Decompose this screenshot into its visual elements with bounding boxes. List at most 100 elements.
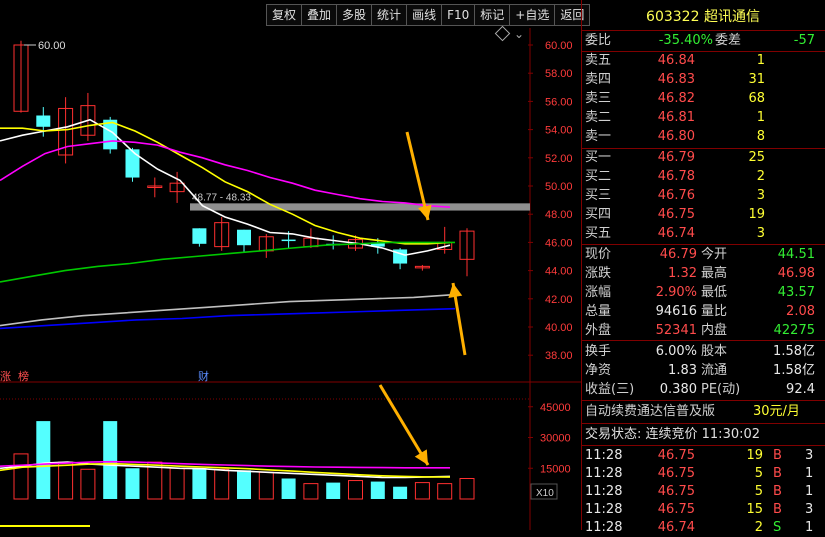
stat-value: 94616 <box>655 304 697 319</box>
sell-volume: 1 <box>756 53 765 68</box>
f10-button[interactable]: F10 <box>441 4 476 26</box>
tick-price: 46.75 <box>657 502 695 517</box>
volume-bar <box>80 468 96 500</box>
sell-price: 46.82 <box>657 91 695 106</box>
buy-volume: 2 <box>756 169 765 184</box>
ma5-line <box>0 118 451 256</box>
buy-row: 买三 46.76 3 <box>581 187 825 205</box>
stat-label: 现价 <box>585 247 612 262</box>
draw-line-button[interactable]: 画线 <box>406 4 443 26</box>
tick-price: 46.75 <box>657 466 695 481</box>
volume-bar <box>192 468 207 499</box>
stat-label: 涨跌 <box>585 266 612 281</box>
buy-row: 买一 46.79 25 <box>581 149 825 167</box>
multi-stock-button[interactable]: 多股 <box>336 4 373 26</box>
candle-body <box>125 149 140 178</box>
stat2-label: 收益(三) <box>585 382 635 397</box>
stat-label: 涨幅 <box>585 285 612 300</box>
buy-volume: 3 <box>756 188 765 203</box>
stat-label: 最高 <box>701 266 728 281</box>
volume-bar <box>103 421 118 499</box>
tick-count: 3 <box>805 502 814 517</box>
sell-volume: 31 <box>748 72 765 87</box>
stat2-label: 净资 <box>585 363 612 378</box>
tick-time: 11:28 <box>585 466 623 481</box>
stat-value: 42275 <box>773 323 815 338</box>
high-label: 60.00 <box>38 40 66 52</box>
volume-bar <box>326 482 341 499</box>
stat-row: 外盘 52341 内盘 42275 <box>581 322 825 340</box>
stat2-row: 换手 6.00% 股本 1.58亿 <box>581 343 825 361</box>
stat-value: 46.79 <box>659 247 697 262</box>
candle-body <box>192 228 207 244</box>
stat-value: 1.32 <box>668 266 697 281</box>
volume-bar <box>393 486 408 499</box>
buy-label: 买二 <box>585 169 612 184</box>
overlay-button[interactable]: 叠加 <box>301 4 338 26</box>
stat2-row: 净资 1.83 流通 1.58亿 <box>581 362 825 380</box>
stat2-value: 1.83 <box>668 363 697 378</box>
tick-time: 11:28 <box>585 502 623 517</box>
sell-price: 46.81 <box>657 110 695 125</box>
sell-row: 卖四 46.83 31 <box>581 71 825 89</box>
tick-side: S <box>773 520 782 535</box>
chart-toolbar: 复权 叠加 多股 统计 画线 F10 标记 +自选 返回 <box>266 4 591 26</box>
stat-row: 涨跌 1.32 最高 46.98 <box>581 265 825 283</box>
ad-text: 自动续费通达信普及版 <box>585 404 716 419</box>
tick-side: B <box>773 484 782 499</box>
volume-bar <box>348 480 363 500</box>
price-tick-label: 58.00 <box>545 68 573 80</box>
price-tick-label: 40.00 <box>545 322 573 334</box>
volume-bar <box>303 483 319 500</box>
price-tick-label: 60.00 <box>545 40 573 52</box>
tick-side: B <box>773 448 782 463</box>
price-tick-label: 42.00 <box>545 294 573 306</box>
buy-row: 买二 46.78 2 <box>581 168 825 186</box>
volume-bar <box>214 468 230 500</box>
volume-bar <box>459 478 475 500</box>
tick-row: 11:28 46.75 5 B 1 <box>581 483 825 501</box>
stat-label: 总量 <box>585 304 612 319</box>
ad-price: 30元/月 <box>753 404 800 419</box>
tick-time: 11:28 <box>585 484 623 499</box>
stat-label: 外盘 <box>585 323 612 338</box>
chevron-down-icon[interactable]: ⌄ <box>514 28 524 40</box>
restore-right-button[interactable]: 复权 <box>266 4 303 26</box>
range-band <box>190 203 530 211</box>
statistics-button[interactable]: 统计 <box>371 4 408 26</box>
volume-bar <box>13 453 29 500</box>
tick-row: 11:28 46.74 2 S 1 <box>581 519 825 537</box>
weicha-label: 委差 <box>715 33 742 48</box>
candle-body <box>281 239 296 242</box>
tick-row: 11:28 46.75 15 B 3 <box>581 501 825 519</box>
weibi-value: -35.40% <box>658 33 713 48</box>
tick-volume: 2 <box>754 520 763 535</box>
volume-bar <box>36 421 51 499</box>
quote-panel: 603322 超讯通信 委比 -35.40% 委差 -57 卖五 46.84 1 卖四… <box>581 0 825 535</box>
tick-price: 46.75 <box>657 448 695 463</box>
stat2-label: PE(动) <box>701 382 741 397</box>
sell-label: 卖一 <box>585 129 612 144</box>
price-tick-label: 52.00 <box>545 153 573 165</box>
mark-button[interactable]: 标记 <box>474 4 511 26</box>
sell-label: 卖四 <box>585 72 612 87</box>
candle-body <box>36 115 51 127</box>
volume-bar <box>281 478 296 499</box>
stat-value: 52341 <box>655 323 697 338</box>
stock-title: 603322 超讯通信 <box>646 9 760 25</box>
volume-tick-label: 15000 <box>540 463 571 475</box>
stat2-label: 换手 <box>585 344 612 359</box>
add-watchlist-button[interactable]: +自选 <box>509 4 556 26</box>
sell-volume: 1 <box>756 110 765 125</box>
volume-unit: X10 <box>536 488 554 499</box>
candle-body <box>237 229 251 246</box>
sell-label: 卖五 <box>585 53 612 68</box>
kline-chart[interactable]: 60.00 58.00 56.00 54.00 52.00 50.00 48.00 46.00… <box>0 0 581 530</box>
sell-label: 卖二 <box>585 110 612 125</box>
event-label: 财 <box>198 369 209 383</box>
buy-label: 买三 <box>585 188 612 203</box>
sell-price: 46.83 <box>657 72 695 87</box>
stat2-row: 收益(三) 0.380 PE(动) 92.4 <box>581 381 825 399</box>
stat2-value: 6.00% <box>655 344 697 359</box>
ad-banner[interactable]: 自动续费通达信普及版 30元/月 <box>581 402 825 422</box>
